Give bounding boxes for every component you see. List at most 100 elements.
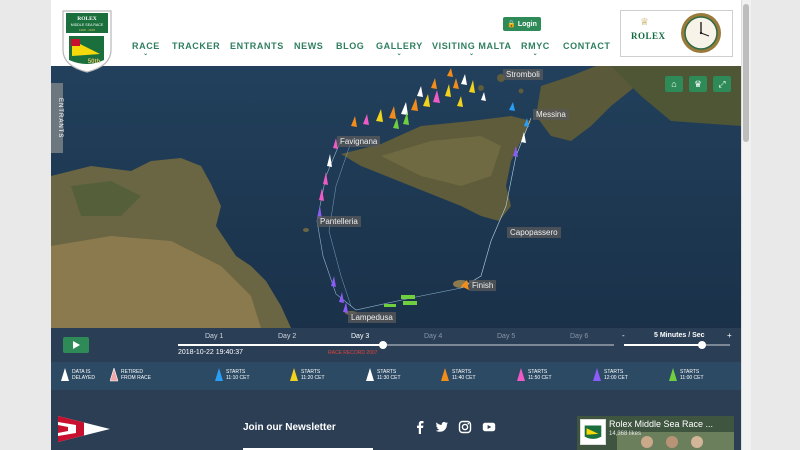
legend-item: STARTS 11:00 CET xyxy=(669,368,704,382)
nav-visiting-malta[interactable]: VISITING MALTA ⌄ xyxy=(432,41,512,57)
nav-contact[interactable]: CONTACT xyxy=(563,41,611,51)
fullscreen-icon: ⤢ xyxy=(718,78,726,89)
legend-item: STARTS 11:30 CET xyxy=(366,368,401,382)
place-finish: Finish xyxy=(469,280,497,291)
place-capopassero: Capopassero xyxy=(507,227,561,238)
chevron-down-icon: ⌄ xyxy=(532,51,539,57)
crown-icon: ♕ xyxy=(640,17,649,28)
chevron-down-icon: ⌄ xyxy=(468,51,475,57)
legend-item: STARTS 11:40 CET xyxy=(441,368,476,382)
speed-label: 5 Minutes / Sec xyxy=(654,332,705,339)
nav-race[interactable]: RACE ⌄ xyxy=(132,41,160,57)
legend-label: STARTS 11:20 CET xyxy=(301,369,325,381)
legend-item: STARTS 11:20 CET xyxy=(290,368,325,382)
nav-gallery[interactable]: GALLERY ⌄ xyxy=(376,41,423,57)
facebook-icon[interactable] xyxy=(413,420,427,434)
scrollbar-thumb[interactable] xyxy=(743,4,749,142)
day-4-label[interactable]: Day 4 xyxy=(424,333,442,340)
place-favignana: Favignana xyxy=(337,136,381,147)
chevron-down-icon: ⌄ xyxy=(143,51,149,57)
boat-icon xyxy=(517,368,525,381)
boat-icon xyxy=(61,368,69,381)
place-pantelleria: Pantelleria xyxy=(317,216,361,227)
race-tracker-map[interactable] xyxy=(51,66,741,328)
legend-item: STARTS 11:50 CET xyxy=(517,368,552,382)
place-lampedusa: Lampedusa xyxy=(348,312,396,323)
home-icon: ⌂ xyxy=(671,79,677,89)
page: ROLEX MIDDLE SEA RACE 1968 - 2018 50th 🔒… xyxy=(0,0,800,450)
map-canvas[interactable] xyxy=(51,66,741,328)
boat-icon xyxy=(366,368,374,381)
boat-icon xyxy=(669,368,677,381)
club-burgee-flag[interactable] xyxy=(58,416,110,442)
legend-label: STARTS 11:30 CET xyxy=(377,369,401,381)
legend-label: RETIRED FROM RACE xyxy=(121,369,151,381)
speed-decrease-button[interactable]: - xyxy=(622,331,625,340)
facebook-page-title[interactable]: Rolex Middle Sea Race ... xyxy=(609,419,713,429)
legend-label: STARTS 12:00 CET xyxy=(604,369,628,381)
legend-label: STARTS 11:50 CET xyxy=(528,369,552,381)
speed-slider-handle[interactable] xyxy=(698,341,706,349)
nav-blog[interactable]: BLOG xyxy=(336,41,364,51)
nav-news-label: NEWS xyxy=(294,41,324,51)
nav-blog-label: BLOG xyxy=(336,41,365,51)
nav-tracker-label: TRACKER xyxy=(172,41,221,51)
nav-rmyc-label: RMYC xyxy=(521,41,550,51)
nav-entrants-label: ENTRANTS xyxy=(230,41,284,51)
nav-entrants[interactable]: ENTRANTS xyxy=(230,41,284,51)
legend-label: STARTS 11:10 CET xyxy=(226,369,250,381)
legend-item: RETIRED FROM RACE xyxy=(110,368,151,382)
chevron-down-icon: ⌄ xyxy=(396,51,403,57)
timeline-progress xyxy=(178,344,383,346)
entrants-tab-label: ENTRANTS xyxy=(57,97,63,139)
logo-line-1: ROLEX xyxy=(77,16,97,22)
rolex-clock xyxy=(681,13,721,53)
legend-item: DATA IS DELAYED xyxy=(61,368,95,382)
nav-news[interactable]: NEWS xyxy=(294,41,323,51)
legend-label: STARTS 11:40 CET xyxy=(452,369,476,381)
day-1-label[interactable]: Day 1 xyxy=(205,333,223,340)
play-button[interactable] xyxy=(63,337,89,353)
day-2-label[interactable]: Day 2 xyxy=(278,333,296,340)
logo-50th: 50th xyxy=(88,59,101,65)
newsletter-heading: Join our Newsletter xyxy=(243,422,336,433)
facebook-page-logo xyxy=(580,419,606,445)
race-logo[interactable]: ROLEX MIDDLE SEA RACE 1968 - 2018 50th xyxy=(60,8,114,74)
nav-race-label: RACE xyxy=(132,41,160,51)
instagram-icon[interactable] xyxy=(458,420,472,434)
boat-icon xyxy=(290,368,298,381)
lock-icon: 🔒 xyxy=(507,21,516,28)
boat-icon xyxy=(441,368,449,381)
login-label: Login xyxy=(517,20,537,28)
fullscreen-button[interactable]: ⤢ xyxy=(713,76,731,92)
twitter-icon[interactable] xyxy=(435,420,449,434)
day-3-label[interactable]: Day 3 xyxy=(351,333,369,340)
legend-label: STARTS 11:00 CET xyxy=(680,369,704,381)
nav-gallery-label: GALLERY xyxy=(376,41,423,51)
timeline-datetime: 2018-10-22 19:40:37 xyxy=(178,349,243,356)
boat-icon xyxy=(593,368,601,381)
facebook-likes-count: 14,368 likes xyxy=(609,431,642,437)
legend-item: STARTS 12:00 CET xyxy=(593,368,628,382)
youtube-icon[interactable] xyxy=(482,420,496,434)
login-button[interactable]: 🔒 Login xyxy=(503,17,541,31)
speed-increase-button[interactable]: + xyxy=(727,331,732,340)
boat-icon xyxy=(110,368,118,382)
nav-rmyc[interactable]: RMYC ⌄ xyxy=(521,41,550,57)
speed-slider-fill xyxy=(624,344,702,346)
logo-line-2: MIDDLE SEA RACE xyxy=(71,23,104,27)
trophy-button[interactable]: ♛ xyxy=(689,76,707,92)
play-icon xyxy=(73,341,80,349)
boat-icon xyxy=(215,368,223,381)
place-messina: Messina xyxy=(533,109,569,120)
nav-visiting-malta-label: VISITING MALTA xyxy=(432,41,512,51)
legend-item: STARTS 11:10 CET xyxy=(215,368,250,382)
timeline-handle[interactable] xyxy=(379,341,387,349)
legend-label: DATA IS DELAYED xyxy=(72,369,95,381)
left-gutter xyxy=(0,0,51,450)
day-6-label[interactable]: Day 6 xyxy=(570,333,588,340)
trophy-icon: ♛ xyxy=(693,78,703,89)
nav-tracker[interactable]: TRACKER xyxy=(172,41,220,51)
day-5-label[interactable]: Day 5 xyxy=(497,333,515,340)
home-button[interactable]: ⌂ xyxy=(665,76,683,92)
